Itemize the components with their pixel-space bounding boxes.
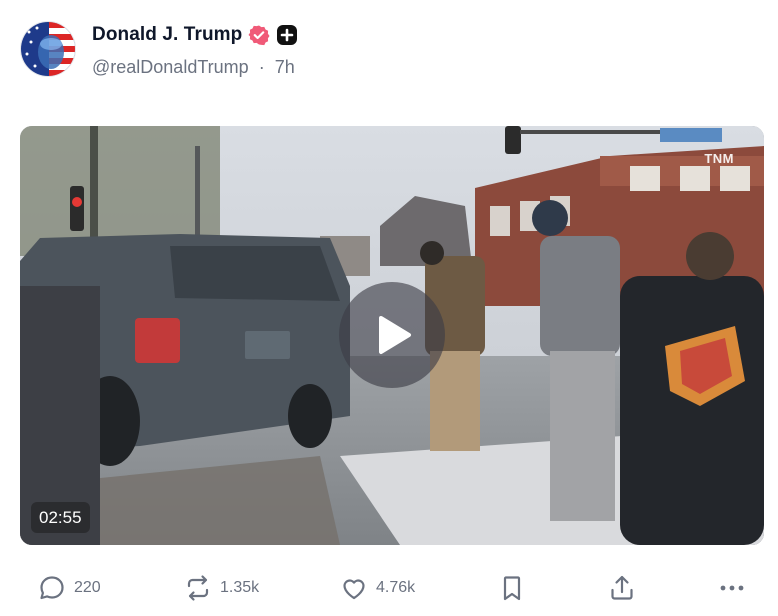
video-watermark: TNM	[704, 151, 734, 166]
heart-icon	[343, 579, 365, 600]
action-bar: 220 1.35k 4.76k	[38, 568, 750, 608]
bookmark-button[interactable]	[498, 568, 526, 608]
share-icon	[611, 575, 633, 600]
reply-button[interactable]: 220	[38, 568, 101, 608]
video-duration: 02:55	[31, 502, 90, 533]
author-display-name[interactable]: Donald J. Trump	[92, 24, 242, 46]
reply-count: 220	[74, 579, 101, 596]
author-handle[interactable]: @realDonaldTrump	[92, 57, 249, 77]
plus-badge-icon	[276, 24, 298, 46]
like-button[interactable]: 4.76k	[340, 568, 415, 608]
reply-icon	[40, 576, 64, 600]
play-button[interactable]	[339, 282, 445, 388]
bookmark-icon	[503, 576, 521, 601]
repost-icon	[187, 575, 209, 601]
share-button[interactable]	[608, 568, 636, 608]
meta-separator: ·	[258, 57, 265, 77]
more-options-button[interactable]	[718, 568, 746, 608]
avatar[interactable]	[20, 21, 76, 77]
post-header: Donald J. Trump @realDonaldTrump · 7h	[20, 20, 760, 80]
author-handle-row: @realDonaldTrump · 7h	[92, 57, 295, 78]
post-time[interactable]: 7h	[275, 57, 295, 77]
repost-button[interactable]: 1.35k	[184, 568, 259, 608]
video-player[interactable]: TNM 02:55	[20, 126, 764, 545]
more-icon	[720, 585, 744, 591]
like-count: 4.76k	[376, 579, 416, 596]
play-icon	[379, 316, 411, 354]
verified-badge-icon	[248, 24, 270, 46]
repost-count: 1.35k	[220, 579, 260, 596]
